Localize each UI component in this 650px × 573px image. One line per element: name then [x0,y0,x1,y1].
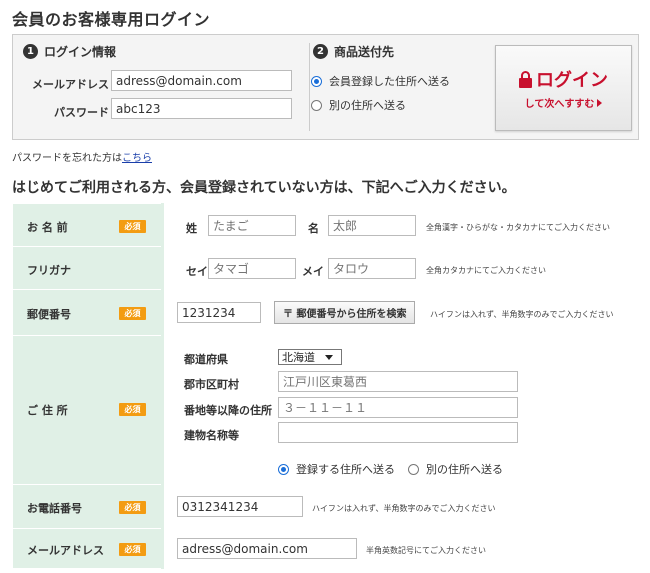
shipping-title: 商品送付先 [334,45,395,59]
login-button-main: ログイン [519,66,608,92]
row-zip: 郵便番号 必須 〒 郵便番号から住所を検索 ハイフンは入れず、半角数字のみでご入… [12,289,639,336]
step-number-2: 2 [313,44,328,59]
addr-other-label: 別の住所へ送る [426,463,503,476]
prefecture-label: 都道府県 [184,353,228,366]
address-cell: 都道府県 北海道 郡市区町村 番地等以降の住所 建物名称等 登録する住所へ送る … [161,335,639,485]
zip-cell: 〒 郵便番号から住所を検索 ハイフンは入れず、半角数字のみでご入力ください [161,289,639,336]
radio-selected-icon[interactable] [278,463,289,475]
mei-label: 名 [308,222,319,235]
prefecture-value: 北海道 [282,351,315,364]
zip-label: 郵便番号 [27,308,71,321]
phone-label: お電話番号 [27,502,82,515]
login-email-input[interactable] [111,70,292,91]
section-divider [309,43,310,131]
phone-input[interactable] [177,496,303,517]
building-label: 建物名称等 [184,429,239,442]
address-label: ご 住 所 [27,404,68,417]
mei-kana-label: メイ [302,265,324,278]
login-password-label: パスワード [54,106,109,119]
row-furigana: フリガナ セイ メイ 全角カタカナにてご入力ください [12,246,639,290]
zip-search-button[interactable]: 〒 郵便番号から住所を検索 [274,301,416,324]
mei-kana-input[interactable] [328,258,416,279]
shipping-heading: 2 商品送付先 [313,43,394,60]
row-address: ご 住 所 必須 都道府県 北海道 郡市区町村 番地等以降の住所 建物名称等 登… [12,335,639,485]
forgot-password: パスワードを忘れた方はこちら [12,149,152,164]
email-label: メールアドレス [27,544,104,557]
ship-other-option[interactable]: 別の住所へ送る [311,97,406,113]
radio-unselected-icon[interactable] [311,99,322,111]
login-email-label: メールアドレス [32,78,109,91]
ship-other-label: 別の住所へ送る [329,99,406,112]
row-email: メールアドレス 必須 半角英数記号にてご入力ください [12,528,639,569]
zip-hint: ハイフンは入れず、半角数字のみでご入力ください [430,310,614,319]
city-input[interactable] [278,371,518,392]
chevron-down-icon [325,354,333,360]
forgot-password-text: パスワードを忘れた方は [12,153,122,164]
name-cell: 姓 名 全角漢字・ひらがな・カタカナにてご入力ください [161,203,639,247]
email-hint: 半角英数記号にてご入力ください [366,546,486,555]
required-badge: 必須 [119,543,146,556]
login-info-title: ログイン情報 [44,45,117,59]
login-password-input[interactable] [111,98,292,119]
registration-form: お 名 前 必須 姓 名 全角漢字・ひらがな・カタカナにてご入力ください フリガ… [12,203,639,569]
row-name: お 名 前 必須 姓 名 全角漢字・ひらがな・カタカナにてご入力ください [12,203,639,247]
prefecture-select[interactable]: 北海道 [278,349,342,365]
required-badge: 必須 [119,501,146,514]
registration-heading: はじめてご利用される方、会員登録されていない方は、下記へご入力ください。 [12,180,516,196]
email-cell: 半角英数記号にてご入力ください [161,528,639,569]
furigana-label: フリガナ [27,264,71,277]
zip-input[interactable] [177,302,261,323]
email-input[interactable] [177,538,357,559]
ship-registered-option[interactable]: 会員登録した住所へ送る [311,73,450,89]
street-input[interactable] [278,397,518,418]
row-phone: お電話番号 必須 ハイフンは入れず、半角数字のみでご入力ください [12,484,639,529]
login-info-heading: 1 ログイン情報 [23,43,116,60]
furigana-hint: 全角カタカナにてご入力ください [426,266,546,275]
furigana-cell: セイ メイ 全角カタカナにてご入力ください [161,246,639,290]
addr-registered-label: 登録する住所へ送る [296,463,395,476]
required-badge: 必須 [119,220,146,233]
name-label: お 名 前 [27,221,68,234]
triangle-right-icon [597,98,603,107]
forgot-password-link[interactable]: こちら [122,153,152,164]
page-title: 会員のお客様専用ログイン [12,10,211,29]
building-input[interactable] [278,422,518,443]
street-label: 番地等以降の住所 [184,404,272,417]
addr-registered-option[interactable]: 登録する住所へ送る [278,461,395,477]
phone-header: お電話番号 必須 [12,484,163,529]
radio-unselected-icon[interactable] [408,463,419,475]
sei-input[interactable] [208,215,296,236]
login-button-label: ログイン [536,70,608,91]
addr-other-option[interactable]: 別の住所へ送る [408,461,503,477]
ship-registered-label: 会員登録した住所へ送る [329,75,450,88]
address-header: ご 住 所 必須 [12,335,163,485]
login-button-sub-label: して次へすすむ [524,99,595,110]
login-button-sub: して次へすすむ [525,95,603,110]
name-hint: 全角漢字・ひらがな・カタカナにてご入力ください [426,223,610,232]
phone-cell: ハイフンは入れず、半角数字のみでご入力ください [161,484,639,529]
step-number-1: 1 [23,44,38,59]
name-header: お 名 前 必須 [12,203,163,247]
zip-header: 郵便番号 必須 [12,289,163,336]
mei-input[interactable] [328,215,416,236]
required-badge: 必須 [119,307,146,320]
sei-kana-label: セイ [186,265,208,278]
city-label: 郡市区町村 [184,378,239,391]
email-header: メールアドレス 必須 [12,528,163,569]
required-badge: 必須 [119,403,146,416]
furigana-header: フリガナ [12,246,163,290]
radio-selected-icon[interactable] [311,75,322,87]
member-login-panel: 1 ログイン情報 メールアドレス パスワード 2 商品送付先 会員登録した住所へ… [12,34,639,140]
login-button[interactable]: ログイン して次へすすむ [495,45,632,131]
phone-hint: ハイフンは入れず、半角数字のみでご入力ください [312,504,496,513]
sei-label: 姓 [186,222,197,235]
sei-kana-input[interactable] [208,258,296,279]
lock-icon [519,70,532,88]
